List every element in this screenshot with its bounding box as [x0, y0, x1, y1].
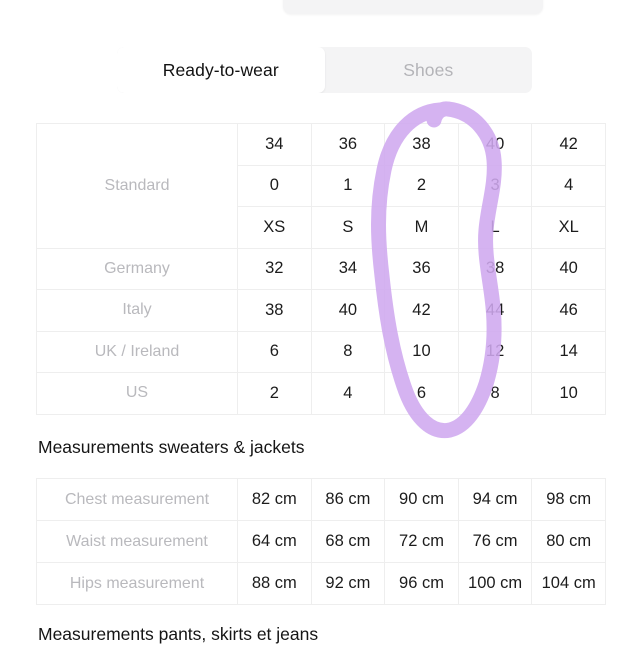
cell: 38	[457, 247, 533, 290]
cell: 10	[384, 330, 459, 373]
cell: 46	[531, 289, 606, 332]
cell: 38	[384, 123, 459, 166]
cell: 14	[531, 330, 606, 373]
cell: 82 cm	[237, 478, 312, 521]
cell: XL	[531, 206, 606, 249]
cell: 3	[457, 164, 533, 207]
cell: 100 cm	[457, 562, 533, 605]
size-conversion-table-body: Standard 34 36 38 40 42 0 1 2 3 4 XS S M…	[36, 123, 606, 415]
tab-shoes[interactable]: Shoes	[325, 47, 533, 93]
size-conversion-table: Standard 34 36 38 40 42 0 1 2 3 4 XS S M…	[36, 123, 606, 415]
cell: 2	[237, 372, 312, 415]
cell: 10	[531, 372, 606, 415]
table-row: Italy 38 40 42 44 46	[36, 289, 606, 332]
row-label-hips: Hips measurement	[36, 562, 238, 605]
tab-ready-to-wear-label: Ready-to-wear	[162, 59, 279, 80]
table-row: Hips measurement 88 cm 92 cm 96 cm 100 c…	[36, 562, 606, 605]
table-row: Germany 32 34 36 38 40	[36, 247, 606, 290]
cell: 4	[531, 164, 606, 207]
row-label-us: US	[36, 372, 238, 415]
cell: 34	[237, 123, 312, 166]
table-row: UK / Ireland 6 8 10 12 14	[36, 330, 606, 373]
table-row: Standard 34 36 38 40 42	[36, 123, 606, 249]
cell: 38	[237, 289, 312, 332]
table-row: Chest measurement 82 cm 86 cm 90 cm 94 c…	[36, 478, 606, 521]
cell: L	[457, 206, 533, 249]
cell: 1	[310, 164, 386, 207]
measurements-table: Chest measurement 82 cm 86 cm 90 cm 94 c…	[36, 478, 606, 605]
cell: 40	[531, 247, 606, 290]
top-partial-card	[283, 0, 543, 14]
cell: 6	[237, 330, 312, 373]
category-tab-group[interactable]: Ready-to-wear Shoes	[117, 47, 532, 93]
row-label-waist: Waist measurement	[36, 520, 238, 563]
cell: 98 cm	[531, 478, 606, 521]
cell: 64 cm	[237, 520, 312, 563]
cell: 40	[310, 289, 386, 332]
cell: 36	[310, 123, 386, 166]
cell: S	[310, 206, 386, 249]
measurements-table-body: Chest measurement 82 cm 86 cm 90 cm 94 c…	[36, 478, 606, 605]
cell: 68 cm	[310, 520, 386, 563]
cell: 8	[457, 372, 533, 415]
cell: 0	[237, 164, 312, 207]
cell: 42	[384, 289, 459, 332]
cell: 40	[457, 123, 533, 166]
section-heading-sweaters: Measurements sweaters & jackets	[38, 437, 305, 457]
cell: 32	[237, 247, 312, 290]
row-label-standard: Standard	[36, 123, 238, 249]
section-heading-pants: Measurements pants, skirts et jeans	[38, 624, 319, 644]
cell: 76 cm	[457, 520, 533, 563]
row-label-italy: Italy	[36, 289, 238, 332]
cell: 4	[310, 372, 386, 415]
cell: 96 cm	[384, 562, 459, 605]
cell: 8	[310, 330, 386, 373]
cell: 88 cm	[237, 562, 312, 605]
cell: 44	[457, 289, 533, 332]
cell: 86 cm	[310, 478, 386, 521]
row-label-chest: Chest measurement	[36, 478, 238, 521]
cell: XS	[237, 206, 312, 249]
cell: 90 cm	[384, 478, 459, 521]
cell: 94 cm	[457, 478, 533, 521]
cell: 42	[531, 123, 606, 166]
cell: 12	[457, 330, 533, 373]
table-row: US 2 4 6 8 10	[36, 372, 606, 415]
tab-ready-to-wear[interactable]: Ready-to-wear	[117, 47, 325, 93]
cell: 104 cm	[531, 562, 606, 605]
row-label-germany: Germany	[36, 247, 238, 290]
row-label-uk-ireland: UK / Ireland	[36, 330, 238, 373]
cell: 6	[384, 372, 459, 415]
cell: 72 cm	[384, 520, 459, 563]
cell: 36	[384, 247, 459, 290]
cell: 2	[384, 164, 459, 207]
cell: 80 cm	[531, 520, 606, 563]
cell: M	[384, 206, 459, 249]
cell: 92 cm	[310, 562, 386, 605]
tab-shoes-label: Shoes	[403, 59, 454, 80]
cell: 34	[310, 247, 386, 290]
table-row: Waist measurement 64 cm 68 cm 72 cm 76 c…	[36, 520, 606, 563]
